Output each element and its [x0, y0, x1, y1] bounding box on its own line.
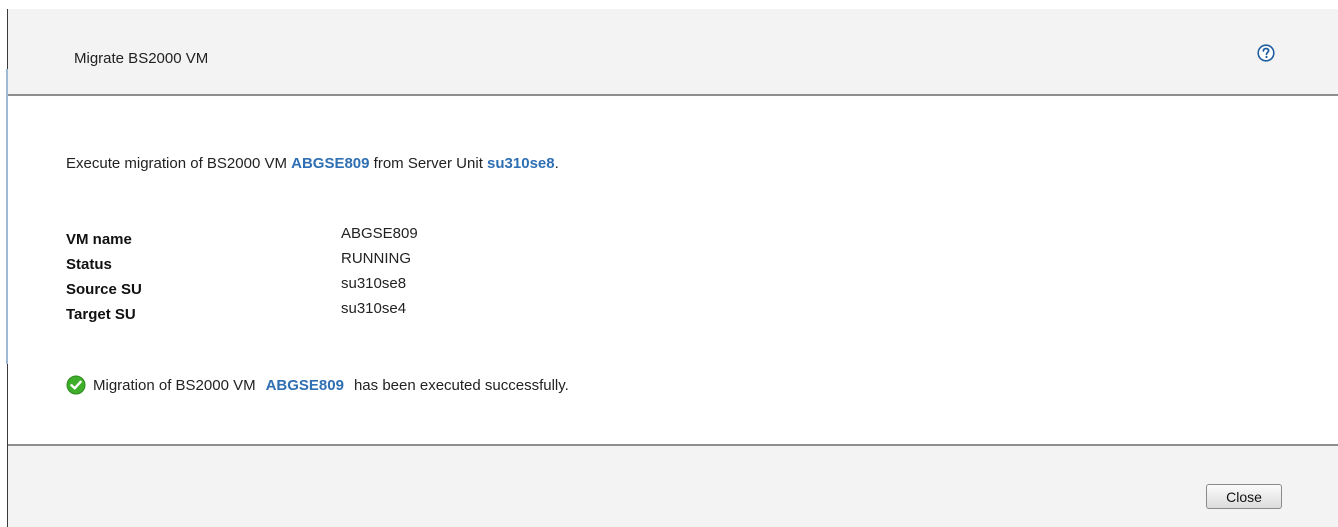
property-label: VM name [66, 231, 132, 248]
success-vm-link[interactable]: ABGSE809 [266, 377, 344, 394]
property-label: Status [66, 256, 112, 273]
question-circle-icon[interactable] [1257, 44, 1275, 62]
property-value: ABGSE809 [341, 225, 418, 242]
dialog-title: Migrate BS2000 VM [74, 50, 209, 67]
page: Migrate BS2000 VM Execute migration of B… [0, 0, 1338, 527]
property-row-target-su: Target SU su310se4 [66, 300, 566, 325]
property-row-status: Status RUNNING [66, 250, 566, 275]
intro-suffix: . [554, 155, 559, 172]
success-suffix: has been executed successfully. [353, 376, 569, 394]
intro-text: Execute migration of BS2000 VM ABGSE809 … [66, 155, 559, 172]
property-value: su310se8 [341, 275, 407, 292]
dialog-body: Execute migration of BS2000 VM ABGSE809 … [8, 96, 1338, 444]
success-message: Migration of BS2000 VM ABGSE809 has been… [66, 373, 569, 397]
dialog-footer: Close [8, 444, 1338, 527]
property-label: Source SU [66, 281, 142, 298]
intro-prefix: Execute migration of BS2000 VM [66, 155, 292, 172]
intro-middle: from Server Unit [369, 155, 488, 172]
property-row-source-su: Source SU su310se8 [66, 275, 566, 300]
dialog-header: Migrate BS2000 VM [8, 9, 1338, 96]
close-button[interactable]: Close [1206, 484, 1282, 509]
property-value: RUNNING [341, 250, 411, 267]
properties-table: VM name ABGSE809 Status RUNNING Source S… [66, 225, 566, 325]
server-unit-link[interactable]: su310se8 [487, 155, 555, 172]
property-label: Target SU [66, 306, 136, 323]
top-strip [0, 0, 1338, 9]
check-circle-icon [66, 375, 86, 395]
success-prefix: Migration of BS2000 VM [93, 376, 256, 394]
vm-link[interactable]: ABGSE809 [291, 155, 369, 172]
property-value: su310se4 [341, 300, 407, 317]
migrate-dialog: Migrate BS2000 VM Execute migration of B… [6, 9, 1338, 527]
property-row-vm-name: VM name ABGSE809 [66, 225, 566, 250]
